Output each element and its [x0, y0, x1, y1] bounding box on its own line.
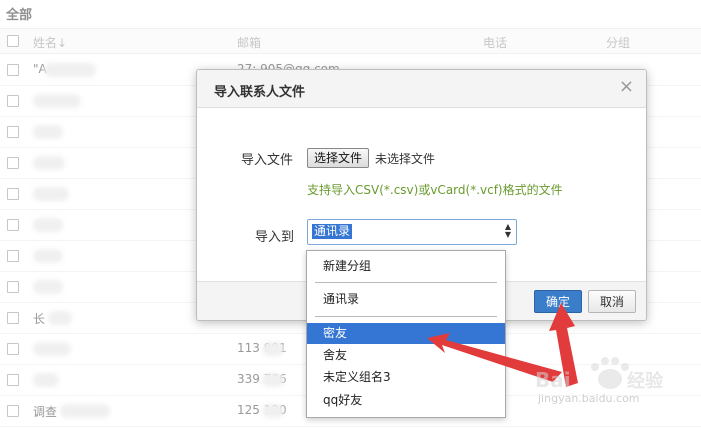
- watermark-url: jingyan.baidu.com: [538, 392, 640, 405]
- baidu-logo-watermark: Bai 经验: [535, 357, 664, 392]
- svg-text:Bai: Bai: [535, 368, 571, 392]
- svg-text:经验: 经验: [627, 370, 664, 392]
